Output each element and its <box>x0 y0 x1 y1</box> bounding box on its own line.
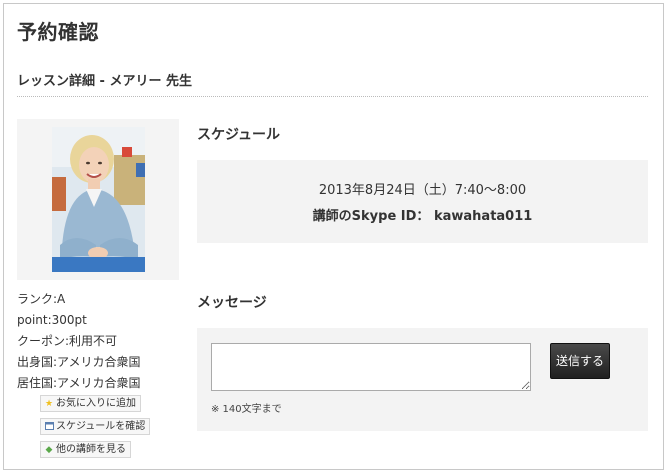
divider <box>17 96 648 97</box>
other-teachers-label: 他の講師を見る <box>56 444 126 455</box>
teacher-origin: 出身国:アメリカ合衆国 <box>17 355 141 369</box>
teacher-point: point:300pt <box>17 313 87 327</box>
teacher-photo-frame <box>17 119 179 280</box>
add-favorite-button[interactable]: ★ お気に入りに追加 <box>40 395 141 412</box>
message-hint: ※ 140文字まで <box>211 404 282 415</box>
check-schedule-button[interactable]: スケジュールを確認 <box>40 418 151 435</box>
star-icon: ★ <box>44 399 54 409</box>
skype-id-value: kawahata011 <box>433 209 533 224</box>
skype-id-line: 講師のSkype ID： kawahata011 <box>197 205 648 224</box>
teacher-portrait-image <box>52 127 145 272</box>
message-input[interactable] <box>211 343 531 391</box>
schedule-datetime: 2013年8月24日（土）7:40〜8:00 <box>318 183 527 198</box>
other-teachers-button[interactable]: ◆ 他の講師を見る <box>40 441 131 458</box>
page-title: 予約確認 <box>17 20 99 44</box>
send-button[interactable]: 送信する <box>550 343 610 379</box>
schedule-heading: スケジュール <box>197 127 281 143</box>
teacher-coupon: クーポン:利用不可 <box>17 334 118 348</box>
add-favorite-label: お気に入りに追加 <box>56 398 136 409</box>
teacher-residence: 居住国:アメリカ合衆国 <box>17 376 141 390</box>
message-heading: メッセージ <box>197 295 267 311</box>
schedule-panel: 2013年8月24日（土）7:40〜8:00 講師のSkype ID： kawa… <box>197 160 648 243</box>
skype-id-label: 講師のSkype ID： <box>312 209 430 224</box>
diamond-icon: ◆ <box>45 445 53 455</box>
calendar-icon <box>44 420 54 435</box>
teacher-rank: ランク:A <box>17 292 66 306</box>
teacher-info: ランク:A point:300pt クーポン:利用不可 出身国:アメリカ合衆国 … <box>17 289 140 394</box>
message-panel: ※ 140文字まで 送信する <box>197 328 648 431</box>
check-schedule-label: スケジュールを確認 <box>56 421 146 432</box>
lesson-title: レッスン詳細 - メアリー 先生 <box>17 74 192 89</box>
teacher-photo <box>52 127 145 272</box>
